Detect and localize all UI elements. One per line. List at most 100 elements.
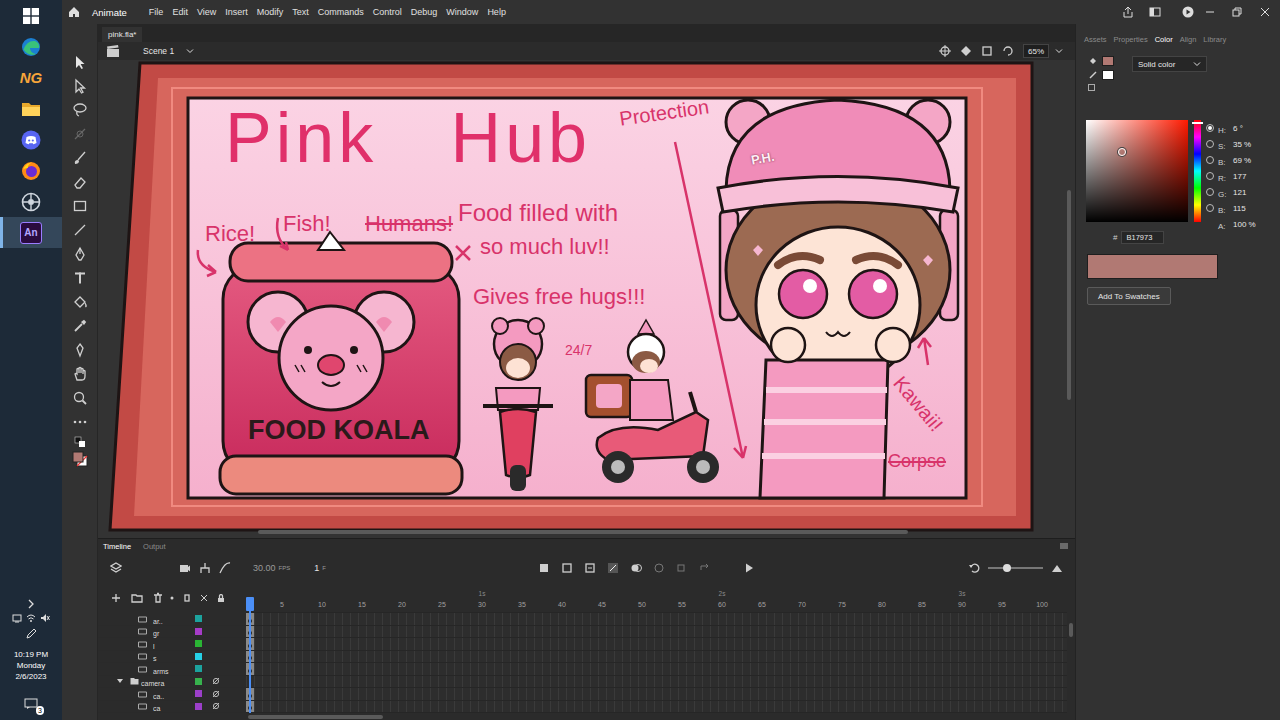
layer-name-box[interactable]: ca — [153, 697, 191, 713]
hex-value[interactable]: B17973 — [1126, 233, 1152, 242]
loop-icon[interactable] — [699, 562, 711, 574]
taskbar-app[interactable] — [0, 155, 62, 186]
hue-marker[interactable] — [1192, 122, 1203, 124]
tool-button[interactable] — [62, 314, 97, 338]
wifi-icon[interactable] — [26, 613, 36, 623]
stage[interactable]: Pink HubRice!Fish!Humans!Food filled wit… — [98, 60, 1075, 538]
document-tab-label[interactable]: pink.fla* — [108, 30, 136, 39]
menu-item[interactable]: View — [197, 7, 216, 17]
onion-outline-icon[interactable] — [653, 562, 665, 574]
tool-button[interactable] — [62, 122, 97, 146]
layer-row[interactable]: ca — [98, 701, 246, 714]
panel-tab[interactable]: Properties — [1114, 35, 1148, 44]
timeline-tab[interactable]: Output — [143, 542, 166, 551]
workspace-icon[interactable] — [1149, 6, 1161, 18]
timeline-hscroll[interactable] — [98, 713, 1075, 720]
new-folder-icon[interactable] — [131, 592, 143, 604]
layer-color[interactable] — [195, 690, 202, 697]
channel-field[interactable]: H:6 ° — [1206, 120, 1256, 136]
swap-colors-icon[interactable] — [1088, 84, 1095, 91]
hidden-eye-icon[interactable] — [212, 627, 220, 635]
hidden-eye-icon[interactable] — [212, 702, 220, 710]
hidden-eye-icon[interactable] — [212, 690, 220, 698]
channel-value[interactable]: 69 % — [1233, 156, 1251, 165]
channel-field[interactable]: A:100 % — [1206, 216, 1256, 232]
camera-icon[interactable] — [179, 562, 191, 574]
tool-button[interactable] — [62, 434, 97, 449]
taskbar-app[interactable] — [0, 0, 62, 31]
fill-bucket-icon[interactable] — [1088, 56, 1098, 66]
restore-icon[interactable] — [1231, 6, 1243, 18]
channel-radio[interactable] — [1206, 140, 1214, 148]
ruler-frames[interactable]: 5101520253035404550556065707580859095100 — [246, 597, 1067, 613]
timeline-menu-icon[interactable] — [1059, 541, 1069, 551]
menu-item[interactable]: Help — [487, 7, 506, 17]
rotation-tool-icon[interactable] — [72, 126, 88, 142]
channel-value[interactable]: 35 % — [1233, 140, 1251, 149]
timeline-hscroll-thumb[interactable] — [248, 715, 383, 719]
zoom-dropdown-icon[interactable] — [1055, 47, 1063, 55]
channel-field[interactable]: R:177 — [1206, 168, 1256, 184]
channel-value[interactable]: 177 — [1233, 172, 1246, 181]
hidden-eye-icon[interactable] — [212, 640, 220, 648]
eraser-tool-icon[interactable] — [72, 174, 88, 190]
document-tab[interactable]: pink.fla* — [102, 27, 142, 42]
menu-item[interactable]: Modify — [257, 7, 284, 17]
brush-tool-icon[interactable] — [72, 150, 88, 166]
folder-icon[interactable] — [21, 99, 41, 119]
channel-value[interactable]: 115 — [1233, 204, 1246, 213]
hex-field[interactable]: B17973 — [1121, 231, 1164, 244]
channel-field[interactable]: B:115 — [1206, 200, 1256, 216]
scene-dropdown-icon[interactable] — [186, 47, 194, 55]
scene-name[interactable]: Scene 1 — [143, 46, 174, 56]
hidden-eye-icon[interactable] — [212, 677, 220, 685]
hidden-eye-icon[interactable] — [212, 665, 220, 673]
new-layer-icon[interactable] — [110, 592, 122, 604]
windows-icon[interactable] — [23, 8, 39, 24]
text-tool-icon[interactable] — [72, 270, 88, 286]
stage-hscroll[interactable] — [258, 530, 908, 534]
menu-item[interactable]: Control — [373, 7, 402, 17]
stage-vscroll[interactable] — [1067, 190, 1071, 400]
paint-bucket-tool-icon[interactable] — [72, 294, 88, 310]
menu-item[interactable]: File — [149, 7, 164, 17]
fill-target[interactable] — [1088, 56, 1114, 66]
taskbar-app[interactable] — [0, 93, 62, 124]
layer-color[interactable] — [195, 628, 202, 635]
edit-symbols-icon[interactable] — [960, 45, 972, 57]
layer-name[interactable]: gr — [153, 630, 159, 637]
frame-value[interactable]: 1 — [314, 563, 319, 573]
menu-item[interactable]: Edit — [172, 7, 188, 17]
hue-slider[interactable] — [1194, 120, 1201, 222]
scene-icon[interactable] — [106, 44, 120, 58]
asset-warp-tool-icon[interactable] — [72, 342, 88, 358]
selection-tool-icon[interactable] — [72, 54, 88, 70]
stroke-color-swatch[interactable] — [1102, 70, 1114, 80]
frame-row[interactable] — [246, 663, 1067, 676]
tool-button[interactable] — [62, 266, 97, 290]
frame-row[interactable] — [246, 701, 1067, 714]
insert-blank-keyframe-icon[interactable] — [561, 562, 573, 574]
volume-icon[interactable] — [40, 613, 50, 623]
expand-arrow-icon[interactable] — [116, 677, 124, 685]
taskbar-app[interactable]: NG — [0, 62, 62, 93]
taskbar-app[interactable] — [0, 31, 62, 62]
layer-row[interactable]: camera — [98, 676, 246, 689]
menu-item[interactable]: Window — [446, 7, 478, 17]
wheel-icon[interactable] — [21, 192, 41, 212]
close-icon[interactable] — [1259, 6, 1271, 18]
tool-button[interactable] — [62, 146, 97, 170]
play-icon[interactable] — [743, 562, 755, 574]
network-icon[interactable] — [12, 613, 22, 623]
tool-button[interactable] — [62, 410, 97, 434]
auto-keyframe-icon[interactable] — [607, 562, 619, 574]
lock-icon[interactable] — [217, 594, 225, 602]
zoom-field[interactable]: 65% — [1023, 44, 1063, 58]
menu-item[interactable]: Text — [292, 7, 309, 17]
layer-name[interactable]: ca — [153, 705, 160, 712]
stroke-fill-icon[interactable] — [72, 451, 88, 467]
tool-button[interactable] — [62, 242, 97, 266]
tool-button[interactable] — [62, 50, 97, 74]
visibility-icon[interactable] — [200, 594, 208, 602]
layer-color[interactable] — [195, 640, 202, 647]
